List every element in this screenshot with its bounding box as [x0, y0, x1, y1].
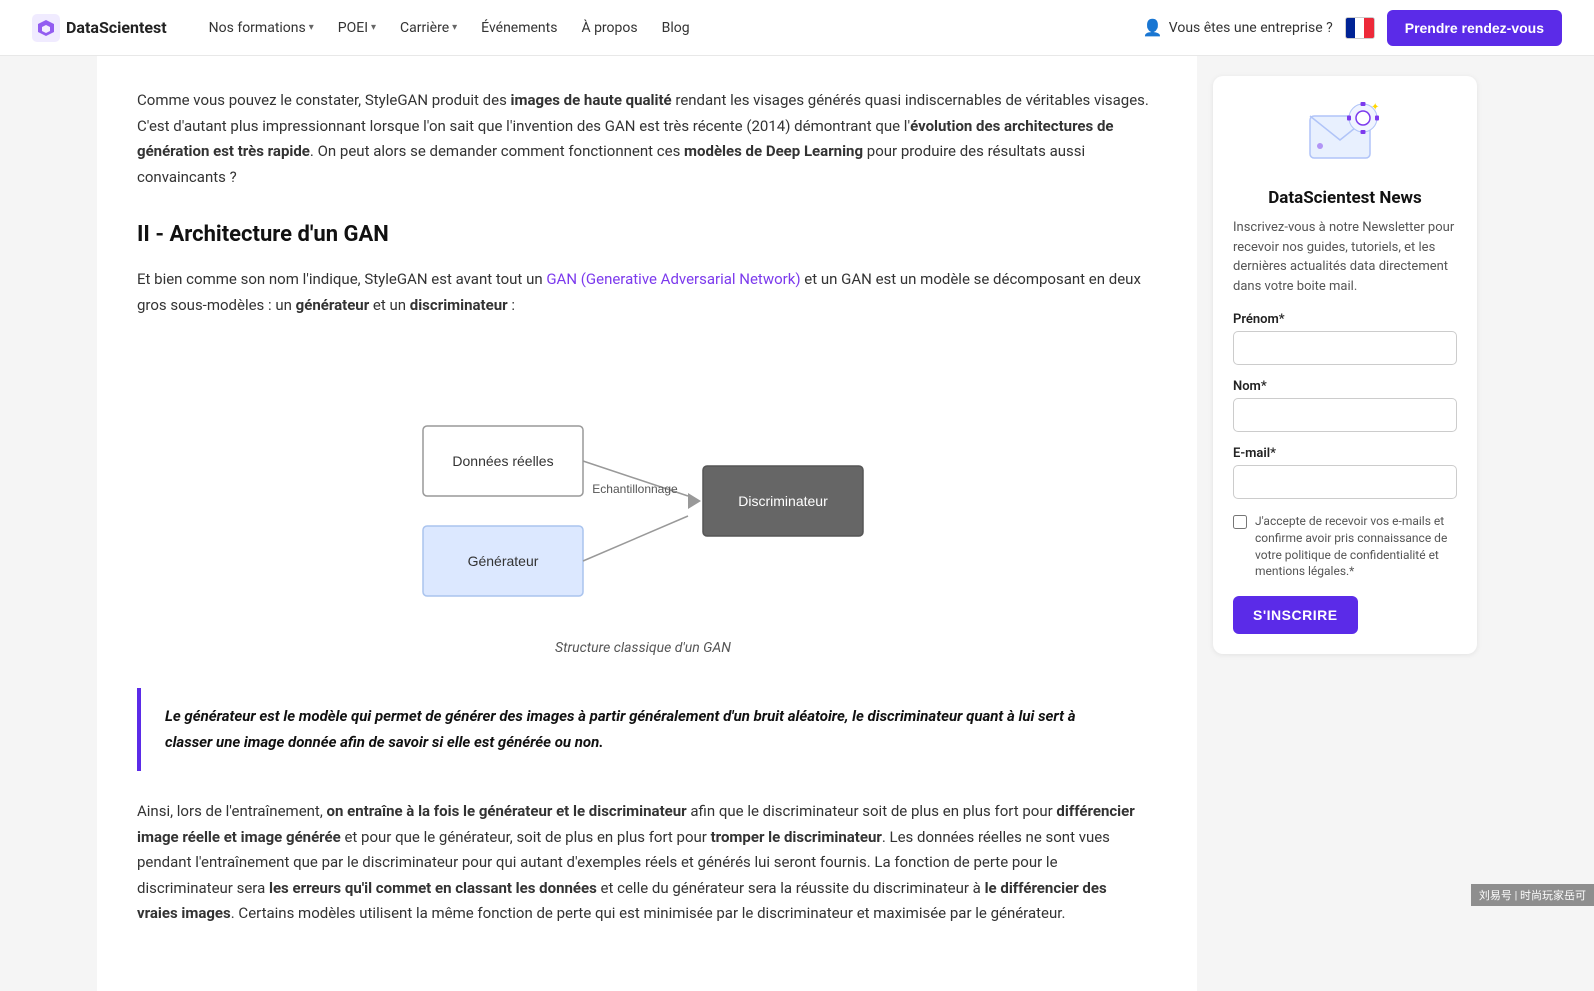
newsletter-icon-area: ✦	[1233, 96, 1457, 176]
newsletter-card: ✦ DataScientest News Inscrivez-vous à no…	[1213, 76, 1477, 654]
logo[interactable]: DataScientest	[32, 14, 167, 42]
gan-diagram: Données réelles Générateur Discriminateu…	[137, 346, 1149, 656]
consent-checkbox[interactable]	[1233, 515, 1247, 529]
highlight-block: Le générateur est le modèle qui permet d…	[137, 688, 1149, 771]
bold-deep-learning: modèles de Deep Learning	[684, 142, 863, 160]
bold-discriminateur: discriminateur	[410, 296, 508, 314]
navbar-right: 👤 Vous êtes une entreprise ? Prendre ren…	[1143, 10, 1562, 46]
bold-images-haute-qualite: images de haute qualité	[511, 91, 672, 109]
chevron-down-icon: ▾	[452, 22, 457, 33]
sidebar: ✦ DataScientest News Inscrivez-vous à no…	[1197, 56, 1497, 991]
intro-paragraph: Comme vous pouvez le constater, StyleGAN…	[137, 88, 1149, 190]
svg-text:Données réelles: Données réelles	[452, 453, 553, 469]
highlight-text: Le générateur est le modèle qui permet d…	[165, 704, 1125, 755]
newsletter-icon: ✦	[1305, 96, 1385, 176]
nom-label: Nom*	[1233, 379, 1457, 394]
submit-button[interactable]: S'INSCRIRE	[1233, 596, 1358, 634]
nav-menu: Nos formations ▾ POEI ▾ Carrière ▾ Événe…	[199, 14, 1143, 42]
language-flag[interactable]	[1345, 17, 1375, 39]
diagram-svg-wrapper: Données réelles Générateur Discriminateu…	[363, 346, 923, 630]
gan-link[interactable]: GAN (Generative Adversarial Network)	[546, 270, 800, 288]
svg-text:✦: ✦	[1371, 102, 1379, 113]
svg-text:Echantillonnage: Echantillonnage	[592, 482, 678, 496]
prenom-label: Prénom*	[1233, 312, 1457, 327]
enterprise-link[interactable]: 👤 Vous êtes une entreprise ?	[1143, 18, 1333, 37]
chevron-down-icon: ▾	[371, 22, 376, 33]
newsletter-title: DataScientest News	[1233, 188, 1457, 208]
consent-text: J'accepte de recevoir vos e-mails et con…	[1255, 513, 1457, 580]
email-input[interactable]	[1233, 465, 1457, 499]
bold-evolution: évolution des architectures de génératio…	[137, 117, 1114, 161]
section-heading: II - Architecture d'un GAN	[137, 222, 1149, 247]
email-label: E-mail*	[1233, 446, 1457, 461]
chevron-down-icon: ▾	[309, 22, 314, 33]
bottom-branding: 刘易号 | 时尚玩家岳可	[1471, 884, 1594, 906]
nav-poei[interactable]: POEI ▾	[328, 14, 386, 42]
consent-group: J'accepte de recevoir vos e-mails et con…	[1233, 513, 1457, 580]
nav-a-propos[interactable]: À propos	[571, 14, 647, 42]
nom-input[interactable]	[1233, 398, 1457, 432]
email-group: E-mail*	[1233, 446, 1457, 499]
svg-text:Discriminateur: Discriminateur	[738, 493, 828, 509]
nav-nos-formations[interactable]: Nos formations ▾	[199, 14, 324, 42]
section-intro-text: Et bien comme son nom l'indique, StyleGA…	[137, 267, 1149, 318]
nom-group: Nom*	[1233, 379, 1457, 432]
body-paragraph-1: Ainsi, lors de l'entraînement, on entraî…	[137, 799, 1149, 927]
prenom-input[interactable]	[1233, 331, 1457, 365]
navbar: DataScientest Nos formations ▾ POEI ▾ Ca…	[0, 0, 1594, 56]
bold-entraine: on entraîne à la fois le générateur et l…	[327, 802, 687, 820]
cta-button[interactable]: Prendre rendez-vous	[1387, 10, 1562, 46]
diagram-caption: Structure classique d'un GAN	[555, 640, 731, 656]
prenom-group: Prénom*	[1233, 312, 1457, 365]
nav-blog[interactable]: Blog	[652, 14, 700, 42]
nav-evenements[interactable]: Événements	[471, 14, 567, 42]
enterprise-icon: 👤	[1143, 18, 1163, 37]
main-content: Comme vous pouvez le constater, StyleGAN…	[97, 56, 1197, 991]
diagram-svg: Données réelles Générateur Discriminateu…	[383, 366, 903, 606]
nav-carriere[interactable]: Carrière ▾	[390, 14, 467, 42]
bold-tromper: tromper le discriminateur	[711, 828, 882, 846]
bold-generateur: générateur	[296, 296, 370, 314]
svg-text:Générateur: Générateur	[468, 553, 539, 569]
bold-erreurs: les erreurs qu'il commet en classant les…	[269, 879, 597, 897]
newsletter-desc: Inscrivez-vous à notre Newsletter pour r…	[1233, 218, 1457, 296]
page-layout: Comme vous pouvez le constater, StyleGAN…	[97, 56, 1497, 991]
logo-icon	[32, 14, 60, 42]
